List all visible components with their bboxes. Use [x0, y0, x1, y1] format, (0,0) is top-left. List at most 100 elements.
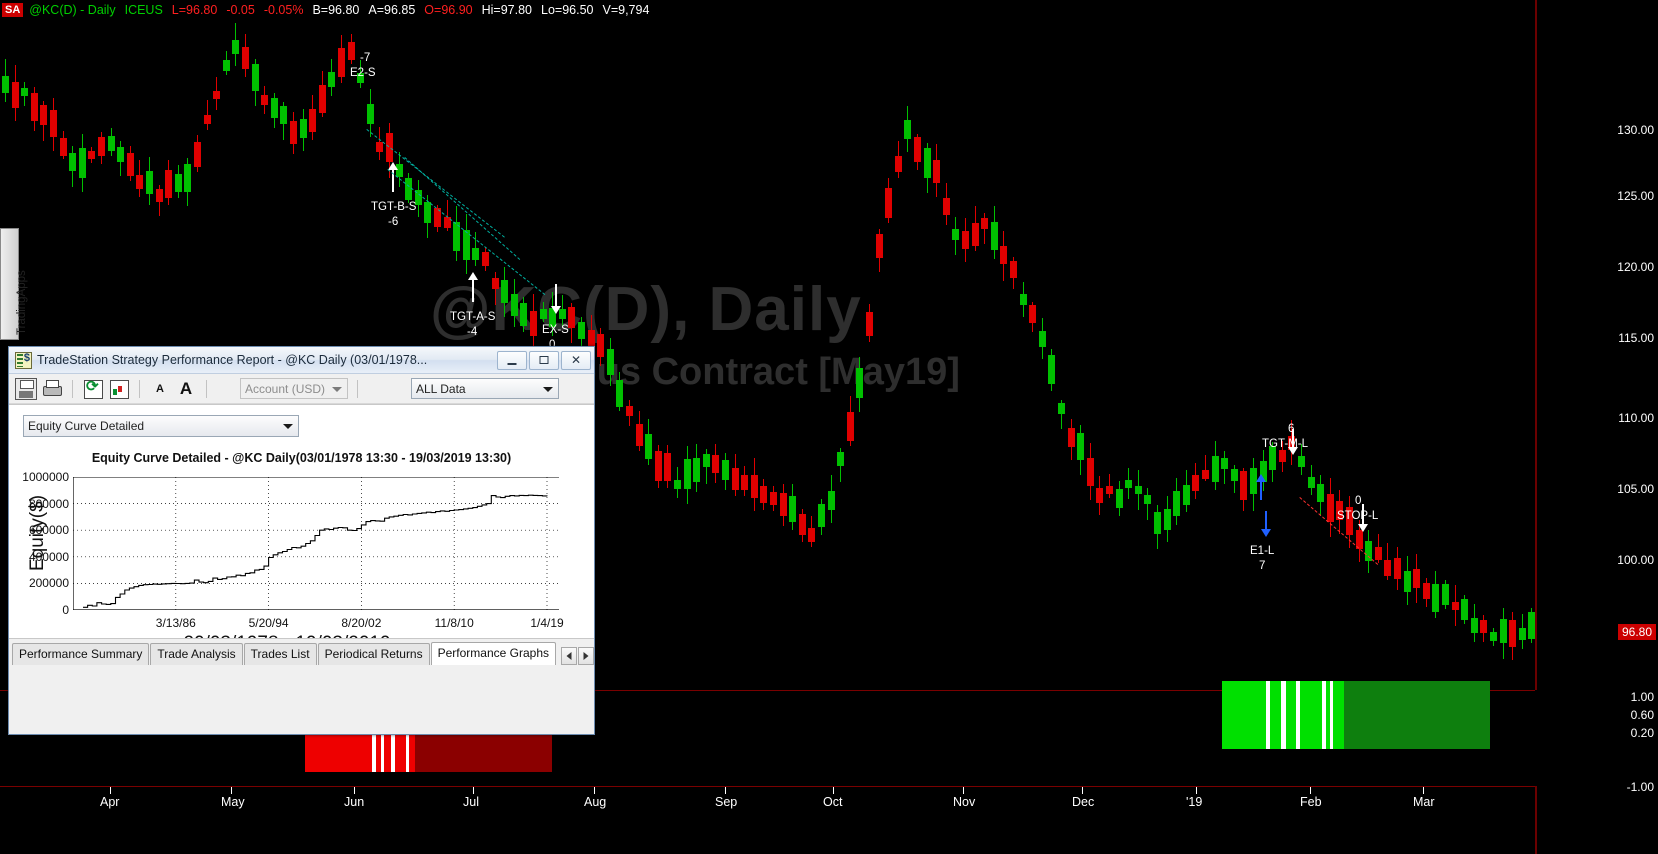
trade-annotation-label: 7	[1259, 560, 1266, 572]
account-select[interactable]: Account (USD)	[240, 378, 348, 399]
last-price: L=96.80	[171, 2, 218, 17]
time-tick-mark	[594, 787, 595, 794]
trade-annotation-label: -7	[360, 52, 371, 64]
window-titlebar[interactable]: TradeStation Strategy Performance Report…	[9, 347, 594, 374]
minimize-button[interactable]	[497, 350, 527, 370]
time-tick-mark	[1310, 787, 1311, 794]
tab-scroll-left-button[interactable]	[561, 647, 577, 665]
equity-x-tick-label: 8/20/02	[341, 616, 382, 630]
price-tick: 105.00	[1617, 482, 1654, 496]
quote-bar: SA @KC(D) - Daily ICEUS L=96.80 -0.05 -0…	[0, 0, 1658, 19]
sub-panel-tick: 0.60	[1630, 708, 1654, 722]
trade-annotation-label: TGT-M-L	[1262, 438, 1308, 450]
data-range-select-value: ALL Data	[416, 381, 466, 396]
price-change-percent: -0.05%	[263, 2, 304, 17]
trade-annotation-label: TGT-A-S	[450, 311, 496, 323]
close-icon: ✕	[570, 353, 582, 367]
trade-marker	[1266, 681, 1270, 749]
equity-x-tick-label: 5/20/94	[248, 616, 289, 630]
volume: V=9,794	[602, 2, 650, 17]
open-price: O=96.90	[424, 2, 473, 17]
chevron-right-icon	[583, 652, 589, 660]
tab-scroll-right-button[interactable]	[578, 647, 594, 665]
tab-performance-summary[interactable]: Performance Summary	[12, 643, 150, 665]
trade-annotation-label: TGT-B-S	[371, 201, 417, 213]
time-tick-label: '19	[1186, 795, 1203, 809]
trade-annotation-label: -6	[388, 216, 399, 228]
last-price-tag: 96.80	[1617, 624, 1656, 640]
strategy-performance-report-window[interactable]: TradeStation Strategy Performance Report…	[8, 346, 595, 735]
chevron-left-icon	[566, 652, 572, 660]
time-tick-mark	[833, 787, 834, 794]
time-tick-label: Apr	[100, 795, 120, 809]
trading-platform-screen: SA @KC(D) - Daily ICEUS L=96.80 -0.05 -0…	[0, 0, 1658, 854]
time-tick-mark	[1082, 787, 1083, 794]
report-tabbar[interactable]: Performance Summary Trade Analysis Trades …	[9, 638, 594, 667]
price-tick: 115.00	[1618, 331, 1654, 345]
tab-trades-list[interactable]: Trades List	[243, 643, 317, 665]
window-controls[interactable]: ✕	[497, 350, 591, 370]
chart-watermark: @KC(D), Daily Continuous Contract [May19…	[430, 275, 960, 393]
time-tick-mark	[1423, 787, 1424, 794]
report-type-select[interactable]: Equity Curve Detailed	[23, 415, 299, 437]
equity-x-tick-label: 11/8/10	[434, 616, 474, 630]
time-tick-label: May	[221, 795, 245, 809]
maximize-button[interactable]	[529, 350, 559, 370]
trade-annotation-label: E1-L	[1250, 545, 1275, 557]
report-toolbar[interactable]: A A Account (USD) ALL Data	[9, 374, 594, 404]
decrease-font-icon[interactable]: A	[149, 378, 171, 400]
time-tick-mark	[1196, 787, 1197, 794]
chart-icon[interactable]	[108, 378, 130, 400]
data-range-select[interactable]: ALL Data	[411, 378, 559, 399]
equity-x-tick-label: 3/13/86	[155, 616, 196, 630]
equity-y-tick-label: 400000	[28, 549, 69, 564]
chevron-down-icon	[543, 386, 553, 392]
tab-scroll-controls[interactable]	[561, 647, 594, 665]
toolbar-separator	[357, 379, 358, 398]
time-tick-mark	[110, 787, 111, 794]
time-tick-label: Oct	[823, 795, 843, 809]
time-tick-label: Sep	[715, 795, 738, 809]
tab-performance-graphs[interactable]: Performance Graphs	[430, 642, 556, 665]
equity-chart-title: Equity Curve Detailed - @KC Daily(03/01/…	[91, 451, 512, 465]
increase-font-icon[interactable]: A	[175, 378, 197, 400]
time-tick-mark	[725, 787, 726, 794]
tab-periodical-returns[interactable]: Periodical Returns	[317, 643, 430, 665]
sub-panel-axis: 1.00 0.60 0.20 -1.00	[1535, 690, 1658, 794]
sub-panel-tick: -1.00	[1626, 780, 1654, 794]
chevron-down-icon	[283, 424, 293, 429]
ask-price: A=96.85	[368, 2, 416, 17]
trade-marker	[1281, 681, 1286, 749]
equity-y-tick-label: 0	[62, 603, 69, 617]
trendline[interactable]	[387, 169, 545, 295]
tab-trade-analysis[interactable]: Trade Analysis	[150, 643, 243, 665]
maximize-icon	[539, 356, 549, 364]
time-axis[interactable]: Apr May Jun Jul Aug Sep Oct Nov Dec '19 Feb Mar	[0, 786, 1535, 854]
trade-annotation-label: 0	[1355, 495, 1362, 507]
price-change: -0.05	[226, 2, 255, 17]
trade-marker	[1296, 681, 1300, 749]
print-icon[interactable]	[41, 378, 63, 400]
exchange-label: ICEUS	[124, 2, 163, 17]
save-icon[interactable]	[15, 377, 37, 400]
strategy-active-badge[interactable]: SA	[2, 2, 24, 17]
equity-y-tick-label: 1000000	[22, 470, 69, 484]
account-select-value: Account (USD)	[245, 381, 326, 396]
minimize-icon	[507, 363, 517, 365]
close-button[interactable]: ✕	[561, 350, 591, 370]
price-tick: 110.00	[1618, 411, 1654, 425]
trade-annotation-label: E2-S	[350, 67, 376, 79]
report-content: Equity Curve Detailed Equity Curve Detai…	[9, 404, 594, 667]
trading-apps-tab[interactable]: TradingApps	[0, 228, 28, 340]
toolbar-separator	[72, 379, 73, 398]
symbol-label[interactable]: @KC(D) - Daily	[29, 3, 115, 17]
report-type-select-value: Equity Curve Detailed	[28, 419, 145, 433]
equity-y-tick-label: 800000	[28, 496, 69, 511]
toolbar-separator	[206, 379, 207, 398]
trade-annotation-label: EX-S	[542, 324, 569, 336]
time-tick-mark	[231, 787, 232, 794]
trade-marker	[1322, 681, 1326, 749]
bid-price: B=96.80	[312, 2, 360, 17]
refresh-icon[interactable]	[82, 377, 104, 400]
price-tick: 120.00	[1617, 260, 1654, 274]
